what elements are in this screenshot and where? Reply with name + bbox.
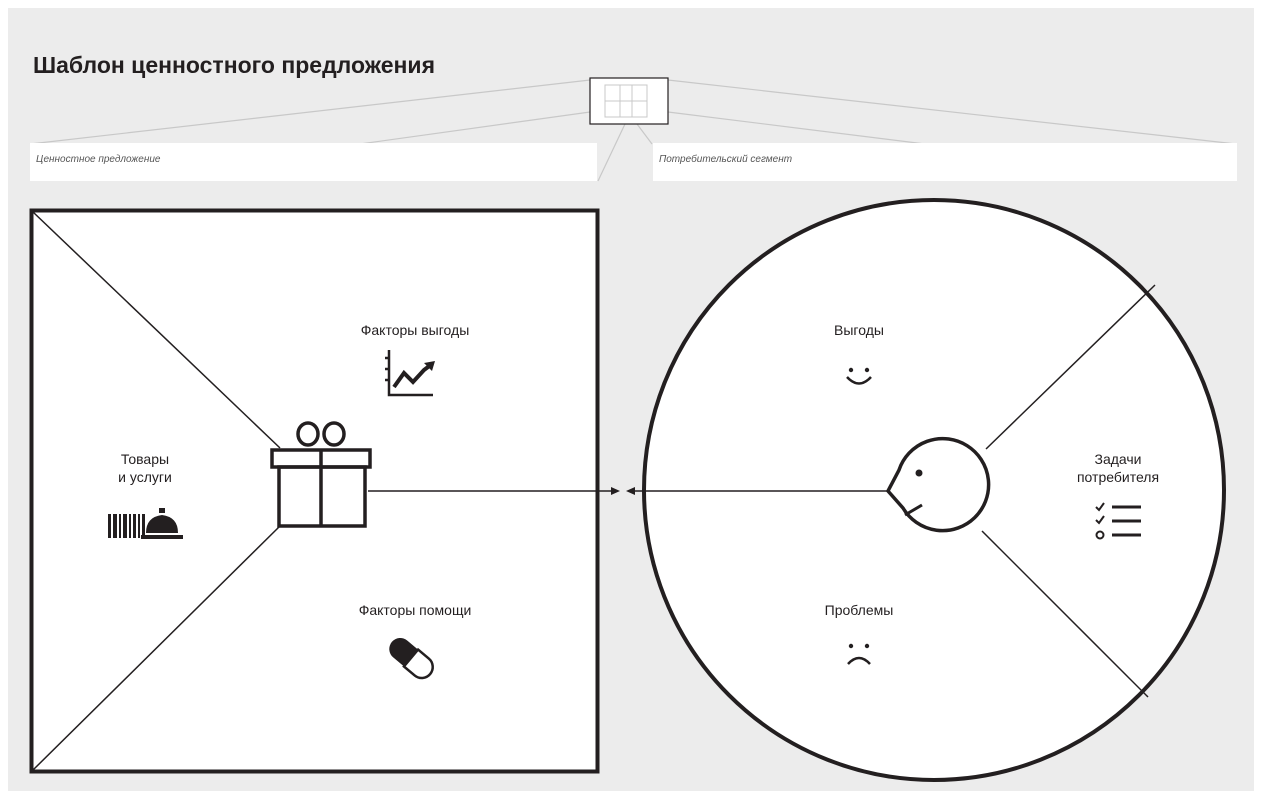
barcode-icon [108, 514, 145, 538]
customer-segment-field[interactable]: Потребительский сегмент [653, 143, 1237, 181]
products-services-label-line2: и услуги [118, 469, 172, 485]
canvas-thumbnail-icon [589, 77, 669, 125]
gains-label: Выгоды [834, 322, 884, 338]
customer-segment-field-label: Потребительский сегмент [659, 154, 793, 165]
customer-jobs-label-line1: Задачи [1094, 451, 1142, 467]
page-title: Шаблон ценностного предложения [33, 52, 435, 78]
pains-label: Проблемы [824, 602, 894, 618]
products-services-label-line1: Товары [120, 451, 170, 467]
value-proposition-field-label: Ценностное предложение [36, 154, 161, 165]
pain-relievers-label: Факторы помощи [358, 602, 472, 618]
value-proposition-canvas [8, 8, 1254, 791]
value-proposition-field[interactable]: Ценностное предложение [30, 143, 597, 181]
customer-jobs-label-line2: потребителя [1076, 469, 1160, 485]
gain-creators-label: Факторы выгоды [360, 322, 470, 338]
